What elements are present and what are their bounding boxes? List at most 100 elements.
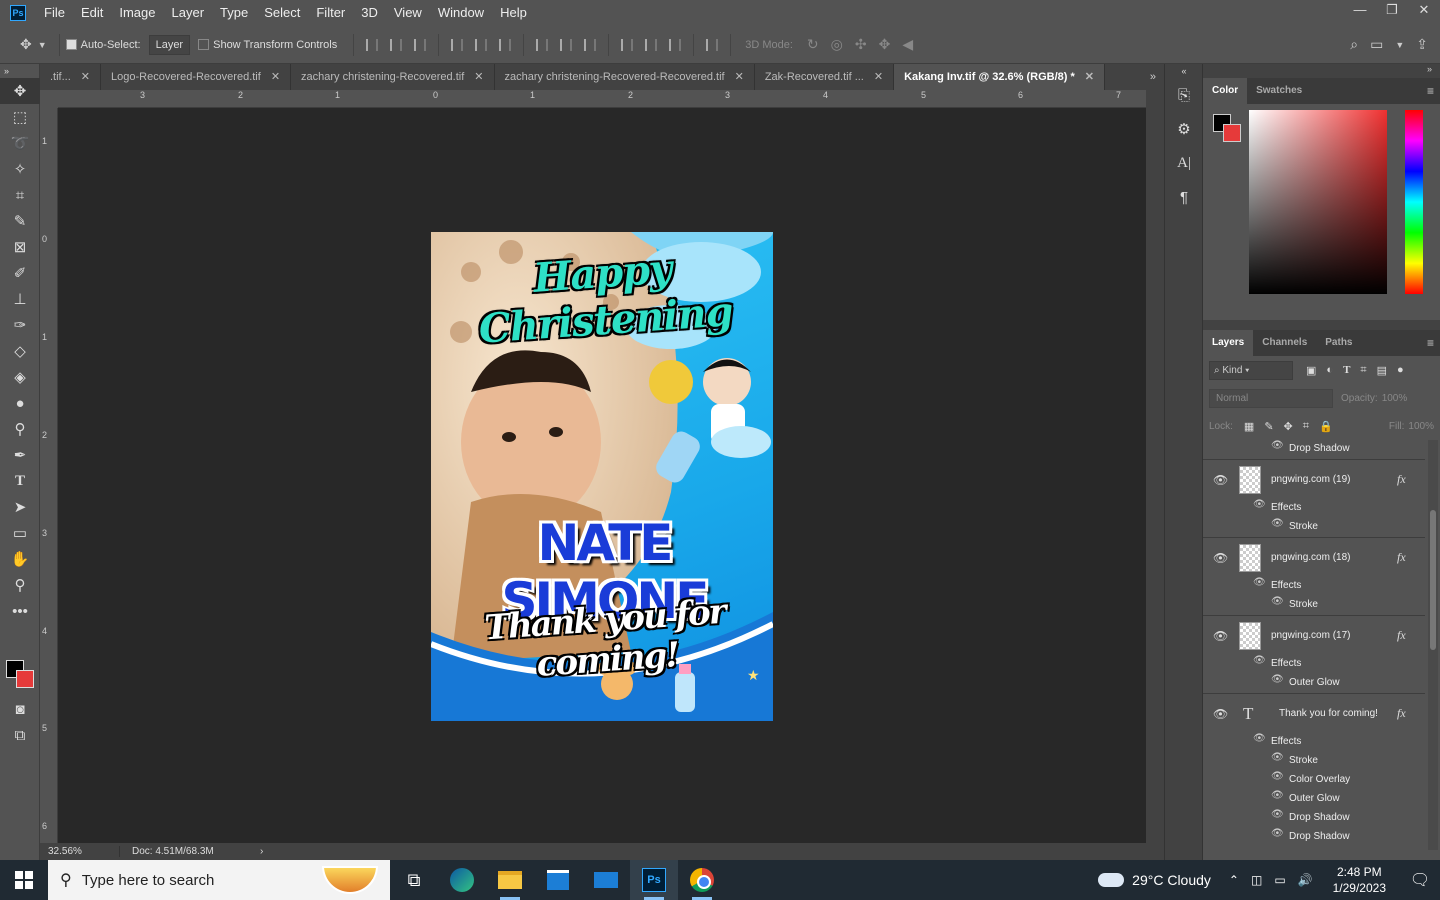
align-hcenter-icon[interactable] xyxy=(475,38,488,51)
screen-mode-icon[interactable]: ⧉ xyxy=(0,722,40,748)
eye-icon[interactable]: 👁 xyxy=(1253,499,1266,510)
layer-row[interactable]: 👁 pngwing.com (18) fx xyxy=(1203,537,1425,577)
notifications-icon[interactable]: 🗨 xyxy=(1400,870,1440,890)
eye-icon[interactable]: 👁 xyxy=(1253,655,1266,666)
align-vcenter-icon[interactable] xyxy=(390,38,403,51)
panel-menu-icon[interactable]: ≡ xyxy=(1427,330,1434,356)
eye-icon[interactable]: 👁 xyxy=(1213,707,1228,721)
stamp-tool-icon[interactable]: ⊥ xyxy=(0,286,40,312)
effects-group-row[interactable]: 👁 Effects xyxy=(1203,577,1425,596)
layer-row[interactable]: 👁 pngwing.com (17) fx xyxy=(1203,615,1425,655)
vertical-ruler[interactable]: 1 0 1 2 3 4 5 6 xyxy=(40,108,58,843)
layer-effect-row[interactable]: 👁 Drop Shadow xyxy=(1203,440,1425,459)
layer-effect-row[interactable]: 👁 Drop Shadow xyxy=(1203,828,1425,847)
paragraph-panel-icon[interactable]: ¶ xyxy=(1165,180,1203,214)
eye-icon[interactable]: 👁 xyxy=(1271,828,1284,839)
path-selection-tool-icon[interactable]: ➤ xyxy=(0,494,40,520)
hue-slider[interactable] xyxy=(1405,110,1423,294)
3d-scale-icon[interactable]: ◀ xyxy=(902,36,913,53)
move-tool-icon[interactable]: ✥ xyxy=(20,36,32,53)
tab-overflow-icon[interactable]: » xyxy=(1142,64,1164,90)
close-tab-icon[interactable]: ✕ xyxy=(81,71,90,83)
chrome-browser-icon[interactable] xyxy=(678,860,726,900)
fx-icon[interactable]: fx xyxy=(1397,706,1406,721)
layer-effect-row[interactable]: 👁 Stroke xyxy=(1203,596,1425,615)
hand-tool-icon[interactable]: ✋ xyxy=(0,546,40,572)
distribute-vcenter-icon[interactable] xyxy=(560,38,573,51)
layers-scrollbar[interactable] xyxy=(1428,440,1438,850)
edge-browser-icon[interactable] xyxy=(438,860,486,900)
eye-icon[interactable]: 👁 xyxy=(1213,551,1228,565)
layer-effect-row[interactable]: 👁 Outer Glow xyxy=(1203,674,1425,693)
align-right-icon[interactable] xyxy=(499,38,512,51)
layer-effect-row[interactable]: 👁 Color Overlay xyxy=(1203,771,1425,790)
color-panel-bg-swatch[interactable] xyxy=(1223,124,1241,142)
color-field[interactable] xyxy=(1249,110,1387,294)
eye-icon[interactable]: 👁 xyxy=(1271,809,1284,820)
layer-effect-row[interactable]: 👁 Outer Glow xyxy=(1203,790,1425,809)
layer-row[interactable]: 👁 T Thank you for coming! fx xyxy=(1203,693,1425,733)
canvas-scrollbar[interactable] xyxy=(1146,90,1164,843)
history-panel-icon[interactable]: ⎘ xyxy=(1165,78,1203,112)
fill-input[interactable]: 100% xyxy=(1408,421,1434,432)
zoom-level[interactable]: 32.56% xyxy=(40,846,120,857)
menu-help[interactable]: Help xyxy=(492,0,535,26)
history-brush-tool-icon[interactable]: ✑ xyxy=(0,312,40,338)
blur-tool-icon[interactable]: ● xyxy=(0,390,40,416)
color-swatches[interactable] xyxy=(6,660,36,690)
weather-widget[interactable]: 29°C Cloudy xyxy=(1098,872,1211,888)
character-panel-icon[interactable]: A| xyxy=(1165,146,1203,180)
menu-filter[interactable]: Filter xyxy=(308,0,353,26)
distribute-top-icon[interactable] xyxy=(536,38,549,51)
fx-icon[interactable]: fx xyxy=(1397,550,1406,565)
tab-doc-active[interactable]: Kakang Inv.tif @ 32.6% (RGB/8) * ✕ xyxy=(894,64,1105,90)
close-tab-icon[interactable]: ✕ xyxy=(874,71,883,83)
layer-row[interactable]: 👁 pngwing.com (19) fx xyxy=(1203,459,1425,499)
status-menu-arrow-icon[interactable]: › xyxy=(260,846,263,857)
menu-image[interactable]: Image xyxy=(111,0,163,26)
background-color[interactable] xyxy=(16,670,34,688)
lock-pixels-icon[interactable]: ✎ xyxy=(1264,420,1273,433)
tab-paths[interactable]: Paths xyxy=(1316,330,1361,356)
eye-icon[interactable]: 👁 xyxy=(1213,629,1228,643)
more-tools-icon[interactable]: ••• xyxy=(0,598,40,624)
collapse-panels-icon[interactable]: « xyxy=(1165,64,1203,78)
mail-icon[interactable] xyxy=(582,860,630,900)
tab-swatches[interactable]: Swatches xyxy=(1247,78,1311,104)
kind-filter-dropdown[interactable]: ⌕ Kind ▾ xyxy=(1209,360,1293,380)
menu-view[interactable]: View xyxy=(386,0,430,26)
eraser-tool-icon[interactable]: ◇ xyxy=(0,338,40,364)
eye-icon[interactable]: 👁 xyxy=(1271,674,1284,685)
align-top-icon[interactable] xyxy=(366,38,379,51)
lock-transparency-icon[interactable]: ▦ xyxy=(1244,420,1254,433)
filter-shape-icon[interactable]: ⌗ xyxy=(1360,364,1366,377)
3d-roll-icon[interactable]: ◎ xyxy=(831,36,843,53)
distribute-left-icon[interactable] xyxy=(621,38,634,51)
menu-file[interactable]: File xyxy=(36,0,73,26)
menu-select[interactable]: Select xyxy=(256,0,308,26)
menu-3d[interactable]: 3D xyxy=(353,0,386,26)
eye-icon[interactable]: 👁 xyxy=(1271,440,1284,451)
layer-effect-row[interactable]: 👁 Stroke xyxy=(1203,752,1425,771)
properties-panel-icon[interactable]: ⚙ xyxy=(1165,112,1203,146)
ruler-corner[interactable] xyxy=(40,90,58,108)
start-button[interactable] xyxy=(0,860,48,900)
crop-tool-icon[interactable]: ⌗ xyxy=(0,182,40,208)
filter-smart-object-icon[interactable]: ▤ xyxy=(1377,364,1387,377)
3d-slide-icon[interactable]: ✥ xyxy=(879,36,891,53)
filter-toggle-icon[interactable]: ● xyxy=(1397,364,1404,376)
dodge-tool-icon[interactable]: ⚲ xyxy=(0,416,40,442)
lasso-tool-icon[interactable]: ➰ xyxy=(0,130,40,156)
layer-effect-row[interactable]: 👁 Stroke xyxy=(1203,518,1425,537)
lock-position-icon[interactable]: ✥ xyxy=(1284,420,1293,433)
eye-icon[interactable]: 👁 xyxy=(1271,752,1284,763)
tab-doc-4[interactable]: zachary christening-Recovered-Recovered.… xyxy=(495,64,755,90)
eyedropper-tool-icon[interactable]: ✎ xyxy=(0,208,40,234)
layer-name[interactable]: pngwing.com (17) xyxy=(1271,630,1350,641)
lock-artboard-icon[interactable]: ⌗ xyxy=(1303,420,1309,433)
tab-layers[interactable]: Layers xyxy=(1203,330,1254,356)
display-icon[interactable]: ▭ xyxy=(1274,873,1285,887)
align-bottom-icon[interactable] xyxy=(414,38,427,51)
3d-pan-icon[interactable]: ✣ xyxy=(855,36,867,53)
close-tab-icon[interactable]: ✕ xyxy=(271,71,280,83)
